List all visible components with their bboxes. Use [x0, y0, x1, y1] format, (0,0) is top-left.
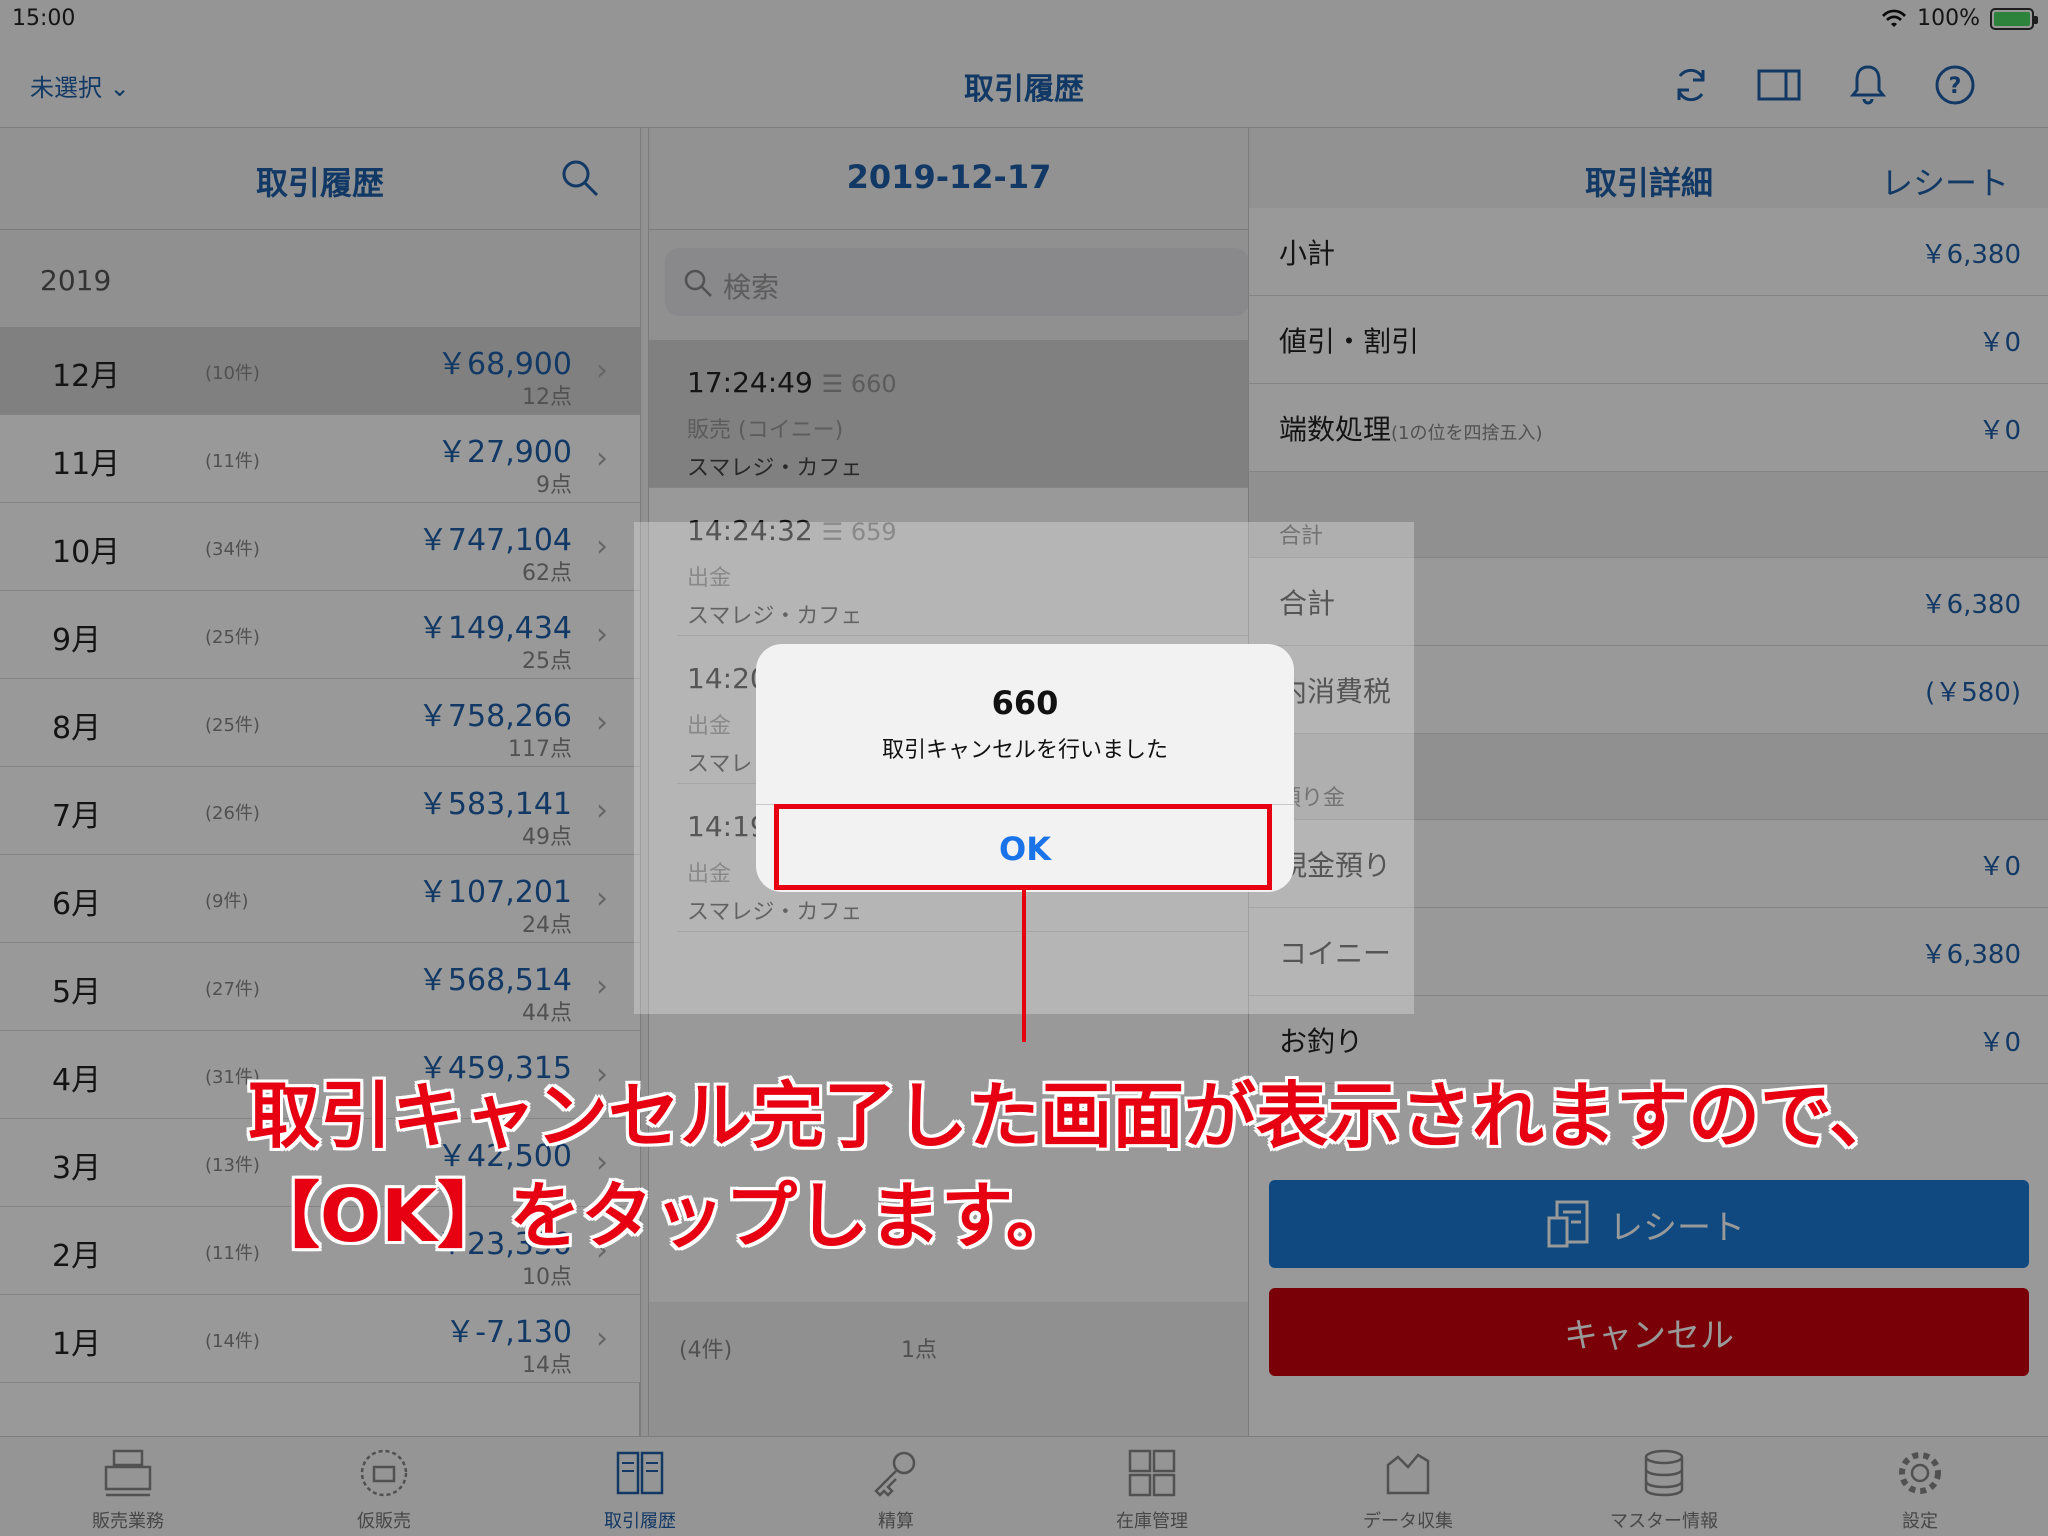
instruction-line-1: 取引キャンセル完了した画面が表示されますので、 [248, 1074, 1902, 1158]
instruction-annotation: 取引キャンセル完了した画面が表示されますので、 【OK】をタップします。 [248, 1066, 1948, 1266]
ok-highlight-box [774, 804, 1272, 890]
alert-title: 660 [991, 684, 1059, 722]
callout-line [1022, 890, 1026, 1042]
alert-message: 取引キャンセルを行いました [881, 738, 1168, 763]
instruction-line-2: 【OK】をタップします。 [248, 1174, 1078, 1258]
